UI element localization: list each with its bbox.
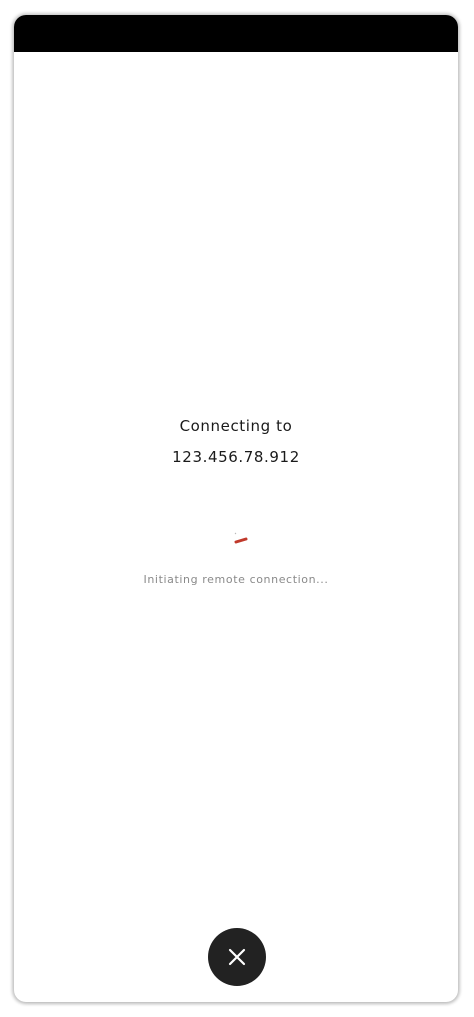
status-bar — [14, 15, 458, 52]
connection-status-text: Initiating remote connection... — [143, 573, 329, 586]
spinner-icon — [234, 532, 248, 544]
close-icon — [228, 948, 246, 966]
close-button[interactable] — [208, 928, 266, 986]
page: Connecting to 123.456.78.912 Initiating … — [0, 0, 474, 1017]
loading-spinner — [232, 531, 252, 551]
device-frame: Connecting to 123.456.78.912 Initiating … — [14, 15, 458, 1002]
connecting-heading: Connecting to — [179, 417, 293, 435]
remote-address: 123.456.78.912 — [172, 448, 300, 466]
